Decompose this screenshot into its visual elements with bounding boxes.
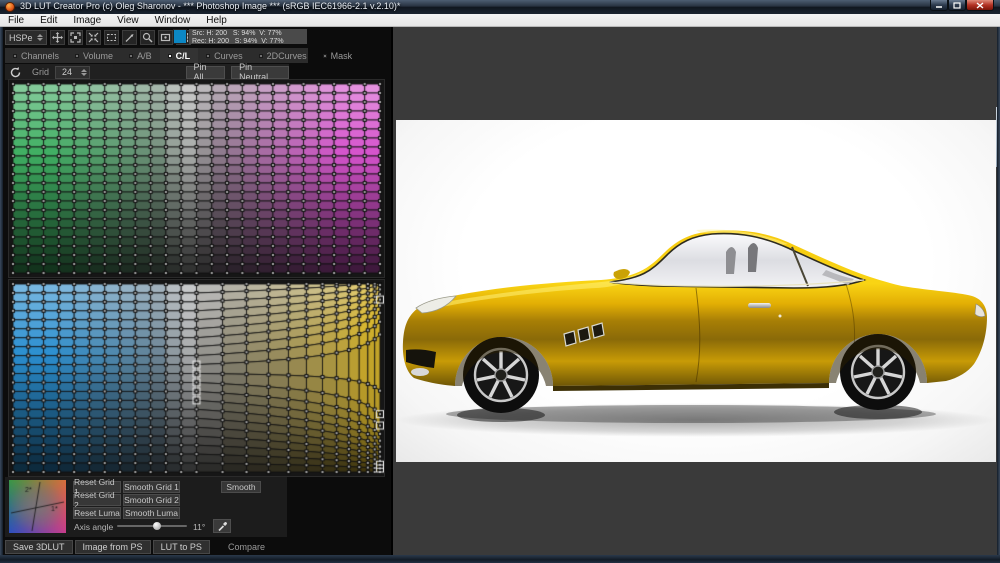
car-image	[396, 120, 996, 462]
menu-file[interactable]: File	[0, 14, 32, 27]
menu-help[interactable]: Help	[198, 14, 235, 27]
tab-cl[interactable]: C/L	[160, 48, 199, 63]
app-window: 3D LUT Creator Pro (c) Oleg Sharonov - *…	[0, 0, 1000, 563]
lut-to-ps-button[interactable]: LUT to PS	[153, 540, 210, 554]
mode-tab-bar: Channels Volume A/B C/L Curves 2DCurves …	[5, 48, 308, 63]
grid-size-spinner[interactable]	[81, 69, 87, 76]
grid-size-label: Grid	[32, 67, 49, 77]
menu-window[interactable]: Window	[147, 14, 199, 27]
smooth-grid-1-button[interactable]: Smooth Grid 1	[123, 481, 180, 493]
save-3dlut-button[interactable]: Save 3DLUT	[5, 540, 73, 554]
app-icon	[5, 2, 15, 12]
tab-2dcurves[interactable]: 2DCurves	[251, 48, 315, 63]
tab-indicator	[129, 54, 133, 58]
tab-indicator	[168, 54, 172, 58]
tab-indicator	[323, 54, 327, 58]
smooth-button[interactable]: Smooth	[221, 481, 261, 493]
image-preview-panel	[391, 27, 997, 555]
expand-icon[interactable]	[68, 30, 83, 45]
rect-select-icon[interactable]	[104, 30, 119, 45]
mode-spinner[interactable]	[37, 34, 43, 41]
tab-indicator	[259, 54, 263, 58]
menu-edit[interactable]: Edit	[32, 14, 65, 27]
tab-curves[interactable]: Curves	[198, 48, 251, 63]
chroma-grid-blue-yellow[interactable]	[8, 279, 385, 477]
main-toolbar: HSPe	[5, 28, 191, 47]
image-preview[interactable]	[396, 120, 996, 462]
window-border-bottom	[0, 555, 1000, 563]
app-content: HSPe	[3, 27, 997, 555]
axis-angle-slider[interactable]	[117, 521, 187, 531]
smooth-grid-2-button[interactable]: Smooth Grid 2	[123, 494, 180, 506]
reset-grid-2-button[interactable]: Reset Grid 2	[73, 494, 121, 506]
close-button[interactable]	[966, 0, 994, 11]
axis-angle-label: Axis angle	[74, 522, 113, 532]
tab-indicator	[206, 54, 210, 58]
tab-indicator	[75, 54, 79, 58]
move-icon[interactable]	[50, 30, 65, 45]
slider-track[interactable]	[117, 525, 187, 527]
tab-indicator	[13, 54, 17, 58]
chroma-grid-green-magenta[interactable]	[8, 79, 385, 278]
slider-knob[interactable]	[153, 522, 161, 530]
reset-luma-button[interactable]: Reset Luma	[73, 507, 121, 519]
tab-channels[interactable]: Channels	[5, 48, 67, 63]
picked-color-swatch	[173, 29, 187, 44]
smooth-luma-button[interactable]: Smooth Luma	[123, 507, 180, 519]
color-info-readout: Src: H: 200 S: 94% V: 77% Rec: H: 200 S:…	[189, 29, 307, 44]
picker-arrow-icon[interactable]	[122, 30, 137, 45]
pin-neutral-button[interactable]: Pin Neutral	[231, 66, 289, 79]
image-from-ps-button[interactable]: Image from PS	[75, 540, 151, 554]
color-mode-select[interactable]: HSPe	[5, 30, 47, 45]
window-title: 3D LUT Creator Pro (c) Oleg Sharonov - *…	[20, 1, 400, 11]
grid-tools-panel: Reset Grid 1 Smooth Grid 1 Reset Grid 2 …	[5, 477, 287, 537]
grid-controls-row: Grid 24 Pin All Pin Neutral	[5, 64, 289, 80]
tab-ab[interactable]: A/B	[121, 48, 160, 63]
zoom-icon[interactable]	[140, 30, 155, 45]
reset-view-icon[interactable]	[9, 66, 22, 79]
menu-view[interactable]: View	[109, 14, 147, 27]
window-border-left	[0, 27, 3, 555]
menu-bar: File Edit Image View Window Help	[0, 14, 1000, 27]
compare-toggle[interactable]: Compare	[228, 542, 265, 552]
menu-image[interactable]: Image	[65, 14, 109, 27]
tab-mask[interactable]: Mask	[315, 48, 361, 63]
collapse-icon[interactable]	[86, 30, 101, 45]
color-wheel-thumbnail[interactable]	[9, 480, 66, 533]
title-bar[interactable]: 3D LUT Creator Pro (c) Oleg Sharonov - *…	[0, 0, 1000, 14]
axis-angle-value: 11°	[193, 522, 205, 532]
minimize-button[interactable]	[930, 0, 948, 11]
grid-size-stepper[interactable]: 24	[55, 66, 89, 79]
pin-all-button[interactable]: Pin All	[186, 66, 226, 79]
tab-volume[interactable]: Volume	[67, 48, 121, 63]
footer-bar: Save 3DLUT Image from PS LUT to PS	[5, 540, 210, 555]
maximize-button[interactable]	[948, 0, 966, 11]
preview-icon[interactable]	[158, 30, 173, 45]
eyedropper-icon[interactable]	[213, 519, 231, 533]
